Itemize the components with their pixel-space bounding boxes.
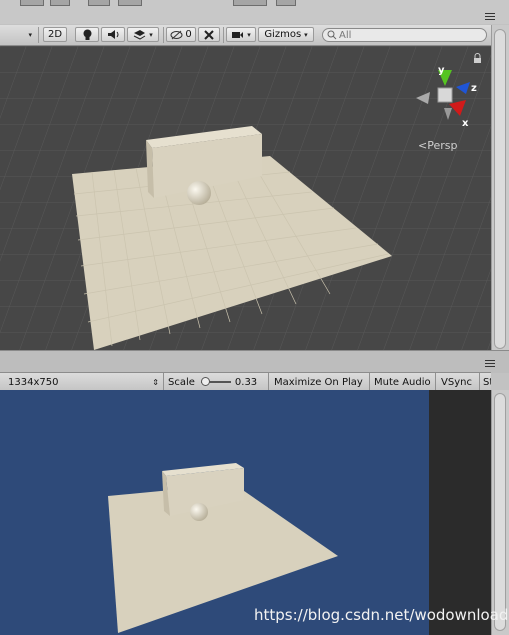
stats-label: St	[483, 376, 491, 388]
chevron-down-icon: ▾	[149, 30, 153, 39]
scale-slider[interactable]	[200, 377, 231, 387]
game-view[interactable]	[0, 390, 429, 635]
draw-mode-dropdown[interactable]: ▾	[0, 27, 36, 42]
scale-label: Scale	[168, 376, 195, 388]
tool-tab-stub[interactable]	[233, 0, 267, 6]
game-scrollbar[interactable]	[491, 390, 509, 635]
tools-toggle[interactable]	[198, 27, 220, 42]
wrench-icon	[204, 29, 214, 40]
layers-icon	[134, 30, 146, 40]
search-placeholder: All	[339, 29, 352, 41]
lightbulb-icon	[83, 29, 91, 40]
game-sphere	[190, 503, 208, 521]
maximize-on-play-toggle[interactable]: Maximize On Play	[274, 373, 370, 391]
mute-audio-label: Mute Audio	[374, 376, 431, 388]
watermark-text: https://blog.csdn.net/wodownload2	[254, 606, 509, 624]
slider-handle[interactable]	[200, 377, 210, 386]
tool-tab-stub[interactable]	[88, 0, 110, 6]
tool-tab-stub[interactable]	[20, 0, 44, 6]
mode-2d-label: 2D	[47, 29, 63, 40]
panel-menu-icon[interactable]	[485, 360, 495, 369]
camera-dropdown[interactable]: ▾	[226, 27, 256, 42]
gizmos-dropdown[interactable]: Gizmos ▾	[258, 27, 314, 42]
speaker-icon	[107, 30, 118, 39]
mute-audio-toggle[interactable]: Mute Audio	[374, 373, 438, 391]
lock-icon[interactable]	[474, 58, 481, 63]
effects-dropdown[interactable]: ▾	[127, 27, 159, 42]
hidden-count: 0	[185, 29, 192, 40]
scene-toolbar: ▾ 2D ▾ 0 ▾ Gizmos ▾ All	[0, 25, 491, 46]
scrollbar-thumb[interactable]	[494, 393, 506, 631]
eye-slash-icon	[170, 30, 183, 39]
resolution-dropdown[interactable]: 1334x750 ⇕	[0, 373, 162, 391]
updown-icon: ⇕	[152, 377, 159, 387]
scene-canvas[interactable]: y z x	[0, 46, 491, 350]
audio-toggle[interactable]	[101, 27, 125, 42]
game-view-margin	[429, 390, 491, 635]
axis-z-label: z	[471, 83, 477, 94]
tool-tab-stub[interactable]	[118, 0, 142, 6]
mode-2d-button[interactable]: 2D	[43, 27, 67, 42]
scene-view[interactable]: y z x <Persp	[0, 46, 491, 350]
persp-label: Persp	[427, 139, 458, 152]
chevron-down-icon: ▾	[304, 30, 308, 39]
maximize-on-play-label: Maximize On Play	[274, 376, 363, 388]
chevron-down-icon: ▾	[247, 30, 251, 39]
tool-tab-stub[interactable]	[50, 0, 70, 6]
tool-tab-stub[interactable]	[276, 0, 296, 6]
gizmo-center-cube[interactable]	[437, 87, 453, 103]
vsync-label: VSync	[441, 376, 472, 388]
scene-scrollbar[interactable]	[491, 25, 509, 350]
camera-icon	[232, 31, 244, 38]
axis-y-label: y	[438, 65, 445, 76]
game-toolbar: 1334x750 ⇕ Scale 0.33 Maximize On Play M…	[0, 372, 491, 392]
hidden-objects-toggle[interactable]: 0	[166, 27, 196, 42]
search-icon	[327, 30, 337, 40]
projection-toggle[interactable]: <Persp	[418, 139, 457, 152]
scrollbar-thumb[interactable]	[494, 29, 506, 349]
lighting-toggle[interactable]	[75, 27, 99, 42]
panel-menu-icon[interactable]	[485, 13, 495, 22]
vsync-toggle[interactable]: VSync	[441, 373, 479, 391]
persp-icon: <	[418, 139, 428, 152]
panel-divider[interactable]	[0, 350, 509, 373]
scale-control: Scale 0.33	[168, 373, 268, 391]
top-strip	[0, 0, 509, 24]
resolution-label: 1334x750	[8, 376, 59, 388]
gizmos-label: Gizmos	[264, 29, 302, 40]
axis-x-label: x	[462, 118, 469, 129]
stats-toggle[interactable]: St	[483, 373, 491, 391]
search-input[interactable]: All	[322, 28, 487, 42]
scale-value: 0.33	[234, 376, 258, 388]
sphere-object[interactable]	[187, 181, 211, 205]
game-canvas	[0, 390, 429, 635]
chevron-down-icon: ▾	[28, 30, 32, 39]
